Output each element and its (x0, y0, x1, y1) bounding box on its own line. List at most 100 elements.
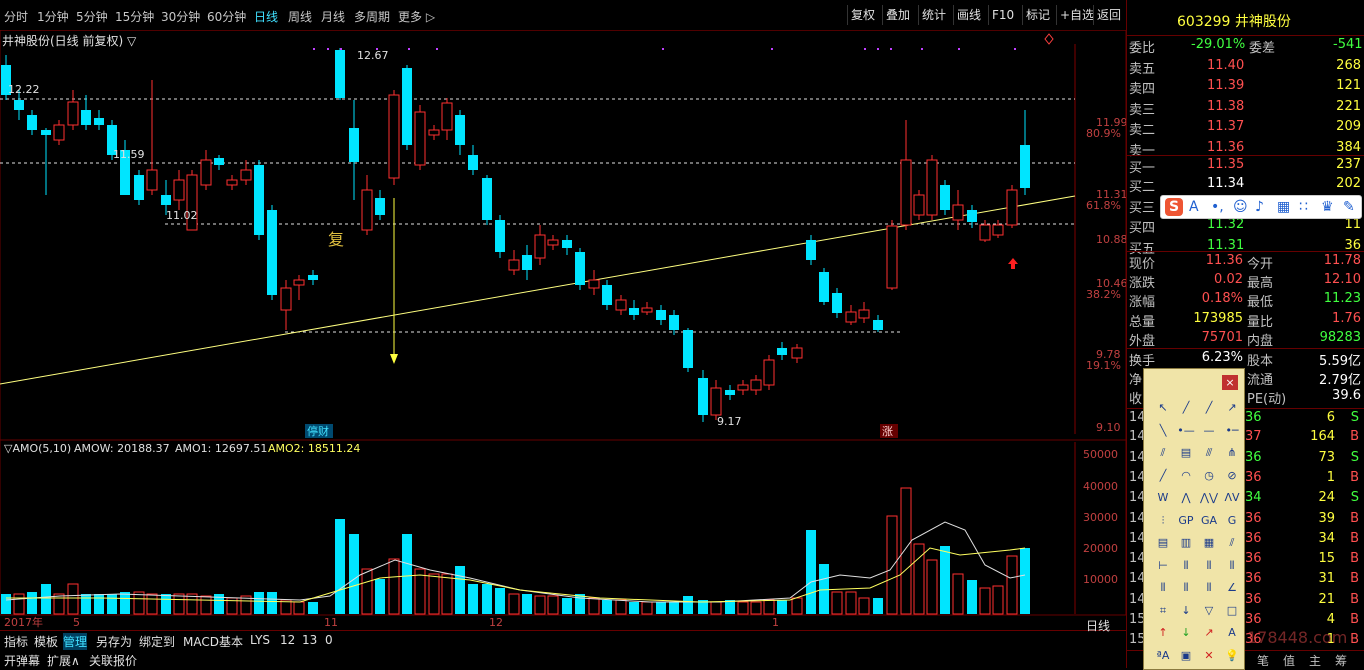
grid-icon[interactable]: ∷ (1299, 198, 1308, 216)
zhang-badge[interactable]: 涨 (882, 425, 893, 438)
arc-icon[interactable]: ◠ (1177, 467, 1195, 485)
right-tab-3[interactable]: 筹 (1335, 652, 1347, 669)
ray-icon[interactable]: ╱ (1200, 399, 1218, 417)
wrench-icon[interactable]: ✎ (1343, 198, 1355, 216)
tab-indicator[interactable]: 指标 (4, 633, 28, 650)
add-watch-button[interactable]: +自选 (1056, 5, 1097, 25)
zigzag-icon[interactable]: ⋀⋁ (1200, 489, 1218, 507)
rect-icon[interactable]: □ (1223, 602, 1241, 620)
line-icon[interactable]: ╱ (1177, 399, 1195, 417)
chart-icon[interactable]: ⌗ (1154, 602, 1172, 620)
hline-icon[interactable]: — (1200, 422, 1218, 440)
period-tab-5min[interactable]: 5分钟 (76, 8, 108, 25)
draw-button[interactable]: 画线 (953, 5, 984, 25)
linked-quote[interactable]: 关联报价 (89, 652, 137, 669)
close-icon[interactable]: × (1222, 375, 1238, 390)
period-tab-multi[interactable]: 多周期 (354, 8, 390, 25)
bars3-icon[interactable]: ⦀ (1223, 557, 1241, 575)
bars-icon[interactable]: ⦀ (1177, 557, 1195, 575)
parallel-icon[interactable]: ⫽ (1154, 444, 1172, 462)
bid-row[interactable]: 买一 11.35 237 (1127, 155, 1364, 176)
comma-icon[interactable]: •, (1211, 198, 1224, 216)
mark-button[interactable]: 标记 (1022, 5, 1053, 25)
trend-icon[interactable]: ╱ (1154, 467, 1172, 485)
gann-icon[interactable]: ▤ (1154, 534, 1172, 552)
delete-icon[interactable]: ✕ (1200, 647, 1218, 665)
ask-row[interactable]: 卖四 11.39 121 (1127, 77, 1364, 97)
red-arrow-icon[interactable]: ↗ (1200, 624, 1218, 642)
speed-icon[interactable]: ⫶ (1154, 512, 1172, 530)
gp-icon[interactable]: GP (1177, 512, 1195, 530)
segment-icon[interactable]: ╲ (1154, 422, 1172, 440)
abc-icon[interactable]: ɅV (1223, 489, 1241, 507)
text-icon[interactable]: ªA (1154, 647, 1172, 665)
ask-row[interactable]: 卖三 11.38 221 (1127, 98, 1364, 118)
tab-0[interactable]: 0 (325, 633, 333, 647)
lines-icon[interactable]: ▥ (1177, 534, 1195, 552)
expand-toggle[interactable]: 扩展∧ (47, 652, 80, 669)
angle-icon[interactable]: ⫽ (1223, 534, 1241, 552)
tab-template[interactable]: 模板 (34, 633, 58, 650)
period-tab-30min[interactable]: 30分钟 (161, 8, 200, 25)
period-tab-15min[interactable]: 15分钟 (115, 8, 154, 25)
tab-13[interactable]: 13 (302, 633, 317, 647)
pitchfork-icon[interactable]: ⋔ (1223, 444, 1241, 462)
period-tab-60min[interactable]: 60分钟 (207, 8, 246, 25)
vbars3-icon[interactable]: ⦀ (1200, 579, 1218, 597)
mic-icon[interactable]: ♪ (1255, 198, 1264, 216)
triangle-icon[interactable]: ▽ (1200, 602, 1218, 620)
right-tab-0[interactable]: 笔 (1257, 652, 1269, 669)
tab-manage[interactable]: 管理 (63, 633, 88, 650)
bars2-icon[interactable]: ⦀ (1200, 557, 1218, 575)
box-icon[interactable]: ▣ (1177, 647, 1195, 665)
f10-button[interactable]: F10 (988, 5, 1017, 25)
ime-toolbar[interactable]: S A •, ☺ ♪ ▦ ∷ ♛ ✎ (1160, 195, 1362, 219)
sogou-logo-icon[interactable]: S (1165, 198, 1183, 216)
back-button[interactable]: 返回 (1093, 5, 1124, 25)
down-arrow-tool-icon[interactable]: ↓ (1177, 624, 1195, 642)
fan-icon[interactable]: ⋀ (1177, 489, 1195, 507)
cursor-icon[interactable]: ↖ (1154, 399, 1172, 417)
slope-icon[interactable]: ∠ (1223, 579, 1241, 597)
fib-icon[interactable]: ▤ (1177, 444, 1195, 462)
overlay-button[interactable]: 叠加 (882, 5, 913, 25)
clock-icon[interactable]: ◷ (1200, 467, 1218, 485)
tab-lys[interactable]: LYS (250, 633, 270, 647)
ask-row[interactable]: 卖二 11.37 209 (1127, 118, 1364, 138)
tab-bind[interactable]: 绑定到 (139, 633, 175, 650)
bid-row[interactable]: 买四 11.32 11 (1127, 216, 1364, 236)
vbars-icon[interactable]: ⦀ (1154, 579, 1172, 597)
period-tab-more[interactable]: 更多 ▷ (398, 8, 435, 25)
shirt-icon[interactable]: ♛ (1321, 198, 1334, 216)
period-tab-monthly[interactable]: 月线 (321, 8, 345, 25)
amo-header-name[interactable]: ▽AMO(5,10) (4, 442, 71, 455)
price-icon[interactable]: ▦ (1200, 534, 1218, 552)
up-arrow-icon[interactable]: ↑ (1154, 624, 1172, 642)
period-tab-1min[interactable]: 1分钟 (37, 8, 69, 25)
period-tab-fenshi[interactable]: 分时 (4, 8, 28, 25)
fuquan-button[interactable]: 复权 (847, 5, 878, 25)
bid-row[interactable]: 买二 11.34 202 (1127, 175, 1364, 195)
cycle-icon[interactable]: ⊘ (1223, 467, 1241, 485)
text-a-icon[interactable]: A (1223, 624, 1241, 642)
stats-button[interactable]: 统计 (918, 5, 949, 25)
bracket-icon[interactable]: ⊢ (1154, 557, 1172, 575)
tab-saveas[interactable]: 另存为 (96, 633, 132, 650)
vbars2-icon[interactable]: ⦀ (1177, 579, 1195, 597)
caicai-badge[interactable]: 停财 (307, 424, 329, 438)
dot-line-icon[interactable]: •— (1177, 422, 1195, 440)
channel-icon[interactable]: ⫻ (1200, 444, 1218, 462)
tab-macd[interactable]: MACD基本 (183, 633, 243, 650)
smile-icon[interactable]: ☺ (1233, 198, 1248, 216)
keyboard-icon[interactable]: ▦ (1277, 198, 1290, 216)
tab-12[interactable]: 12 (280, 633, 295, 647)
right-tab-1[interactable]: 值 (1283, 652, 1295, 669)
letter-a-icon[interactable]: A (1189, 198, 1199, 216)
point-line-icon[interactable]: •─ (1223, 422, 1241, 440)
down-icon[interactable]: ↓ (1177, 602, 1195, 620)
period-tab-weekly[interactable]: 周线 (288, 8, 312, 25)
ga-icon[interactable]: GA (1200, 512, 1218, 530)
arrow-line-icon[interactable]: ↗ (1223, 399, 1241, 417)
bulb-icon[interactable]: 💡 (1223, 647, 1241, 665)
right-tab-2[interactable]: 主 (1309, 652, 1321, 669)
